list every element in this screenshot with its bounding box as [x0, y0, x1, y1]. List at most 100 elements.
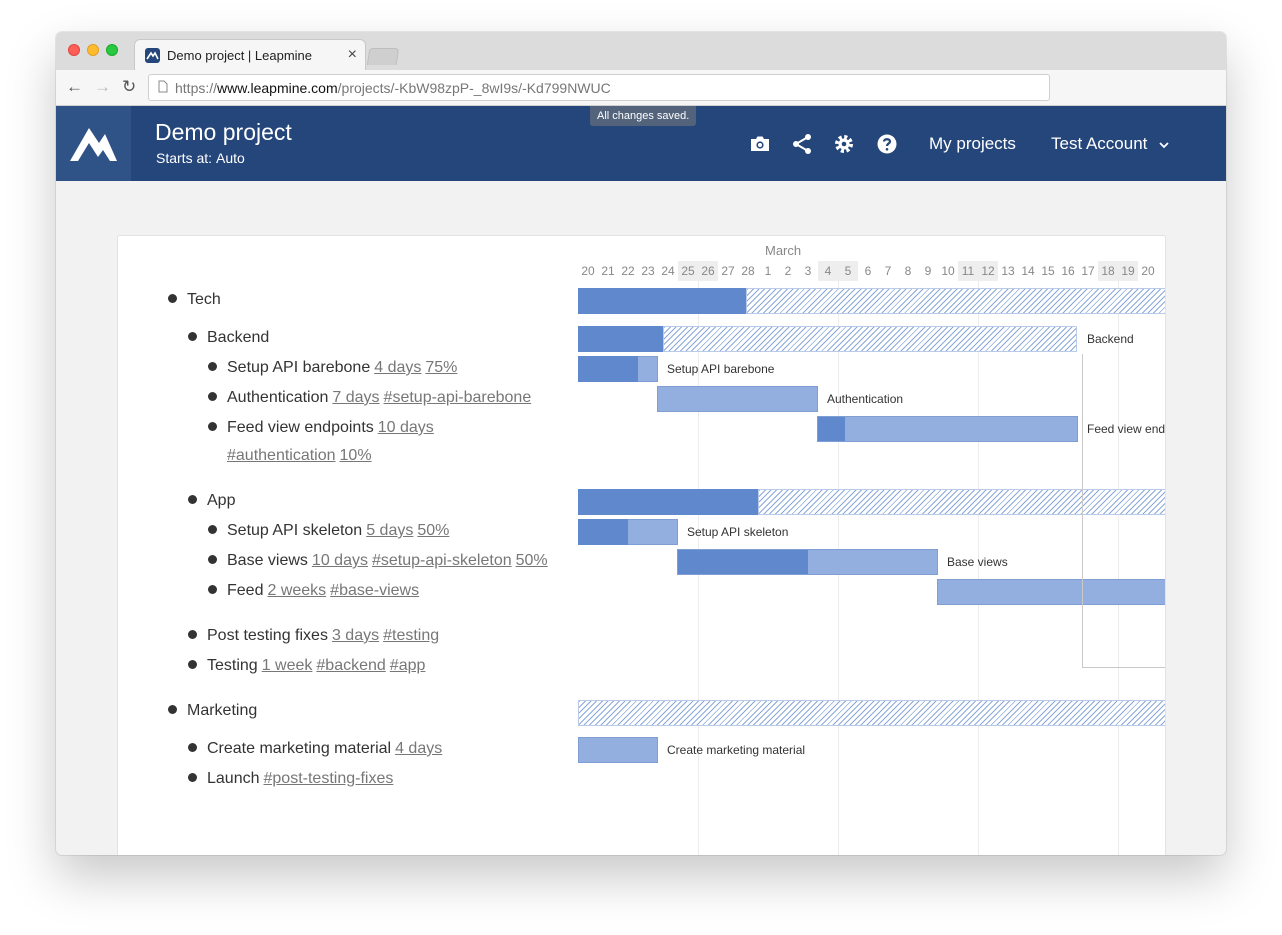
minimize-window-button[interactable] [87, 44, 99, 56]
gantt-bar-backend-progress[interactable] [578, 326, 663, 352]
gantt-bar-feed-view-endpoints[interactable] [817, 416, 1078, 442]
url-text: https://www.leapmine.com/projects/-KbW98… [175, 80, 611, 96]
bullet-icon [168, 705, 177, 714]
dependency-tag[interactable]: #backend [316, 657, 385, 674]
day-label: 8 [904, 264, 912, 278]
task-name: Testing [207, 657, 258, 674]
gantt-bar-tech-progress[interactable] [578, 288, 746, 314]
bullet-icon [188, 773, 197, 782]
gantt-bar-base-views-progress[interactable] [678, 550, 808, 574]
task-launch[interactable]: Launch #post-testing-fixes [207, 770, 393, 788]
dependency-tag[interactable]: #testing [383, 627, 439, 644]
url-host: www.leapmine.com [217, 80, 338, 96]
task-setup-api-skeleton[interactable]: Setup API skeleton 5 days 50% [227, 522, 449, 540]
progress-tag[interactable]: 10% [340, 447, 372, 464]
task-setup-api-barebone[interactable]: Setup API barebone 4 days 75% [227, 359, 457, 377]
task-create-marketing-material[interactable]: Create marketing material 4 days [207, 740, 442, 758]
day-label: 26 [701, 264, 715, 278]
group-app[interactable]: App [207, 492, 235, 510]
starts-value: Auto [216, 150, 245, 166]
account-menu[interactable]: Test Account [1051, 134, 1170, 154]
task-post-testing-fixes[interactable]: Post testing fixes 3 days #testing [207, 627, 439, 645]
dependency-tag[interactable]: #base-views [330, 582, 419, 599]
tab-close-icon[interactable]: × [348, 46, 357, 64]
my-projects-link[interactable]: My projects [929, 134, 1016, 154]
gantt-bar-marketing[interactable] [578, 700, 1165, 726]
bullet-icon [168, 294, 177, 303]
duration-tag[interactable]: 5 days [366, 522, 413, 539]
day-label: 16 [1061, 264, 1075, 278]
gantt-chart: March Backend Setup API barebone Authent… [578, 236, 1166, 855]
gantt-bar-feed-view-endpoints-progress[interactable] [818, 417, 845, 441]
url-prefix: https:// [175, 80, 218, 96]
dependency-tag[interactable]: #authentication [227, 447, 336, 464]
share-icon[interactable] [790, 132, 814, 156]
gantt-bar-create-marketing-material[interactable] [578, 737, 658, 763]
task-testing[interactable]: Testing 1 week #backend #app [207, 657, 425, 675]
maximize-window-button[interactable] [106, 44, 118, 56]
day-label: 28 [741, 264, 755, 278]
close-window-button[interactable] [68, 44, 80, 56]
duration-tag[interactable]: 7 days [332, 389, 379, 406]
task-name: Marketing [187, 702, 258, 719]
new-tab-button[interactable] [366, 48, 400, 65]
gantt-bar-backend[interactable] [663, 326, 1077, 352]
gantt-bar-setup-api-barebone-progress[interactable] [578, 356, 638, 382]
day-label: 4 [824, 264, 832, 278]
group-backend[interactable]: Backend [207, 329, 269, 347]
gantt-bar-tech[interactable] [746, 288, 1165, 314]
forward-arrow-icon[interactable]: → [94, 77, 111, 97]
group-tech[interactable]: Tech [187, 291, 221, 309]
dependency-tag[interactable]: #post-testing-fixes [264, 770, 394, 787]
dependency-tag[interactable]: #setup-api-skeleton [372, 552, 512, 569]
project-title[interactable]: Demo project [155, 119, 292, 146]
project-card: Tech Backend Setup API barebone 4 days 75%… [117, 235, 1166, 855]
progress-tag[interactable]: 50% [516, 552, 548, 569]
dependency-tag[interactable]: #setup-api-barebone [384, 389, 532, 406]
account-name: Test Account [1051, 134, 1148, 153]
duration-tag[interactable]: 10 days [378, 419, 434, 436]
progress-tag[interactable]: 75% [425, 359, 457, 376]
gantt-bar-authentication[interactable] [657, 386, 818, 412]
duration-tag[interactable]: 3 days [332, 627, 379, 644]
gantt-bar-setup-api-skeleton-progress[interactable] [578, 519, 628, 545]
bullet-icon [208, 392, 217, 401]
bullet-icon [188, 660, 197, 669]
task-feed-view-endpoints-cont[interactable]: #authentication 10% [227, 447, 372, 465]
browser-titlebar: Demo project | Leapmine × [56, 32, 1226, 71]
task-name: Feed [227, 582, 264, 599]
gear-icon[interactable] [832, 132, 856, 156]
leapmine-logo[interactable] [56, 106, 131, 181]
task-base-views[interactable]: Base views 10 days #setup-api-skeleton 50% [227, 552, 548, 570]
browser-tab[interactable]: Demo project | Leapmine × [134, 39, 366, 71]
starts-label: Starts at: [156, 150, 213, 166]
day-label: 9 [924, 264, 932, 278]
day-label: 2 [1158, 264, 1166, 278]
help-icon[interactable] [875, 132, 899, 156]
back-arrow-icon[interactable]: ← [66, 77, 83, 97]
camera-icon[interactable] [748, 132, 772, 156]
task-authentication[interactable]: Authentication 7 days #setup-api-barebone [227, 389, 531, 407]
progress-tag[interactable]: 50% [417, 522, 449, 539]
task-feed[interactable]: Feed 2 weeks #base-views [227, 582, 419, 600]
group-marketing[interactable]: Marketing [187, 702, 257, 720]
duration-tag[interactable]: 2 weeks [267, 582, 326, 599]
address-bar[interactable]: https://www.leapmine.com/projects/-KbW98… [148, 74, 1050, 101]
duration-tag[interactable]: 10 days [312, 552, 368, 569]
day-label: 19 [1121, 264, 1135, 278]
task-feed-view-endpoints[interactable]: Feed view endpoints 10 days [227, 419, 434, 437]
task-name: Backend [207, 329, 270, 346]
duration-tag[interactable]: 4 days [395, 740, 442, 757]
gantt-bar-app-progress[interactable] [578, 489, 758, 515]
chevron-down-icon [1159, 141, 1169, 148]
dependency-tag[interactable]: #app [390, 657, 426, 674]
duration-tag[interactable]: 1 week [262, 657, 313, 674]
day-label: 14 [1021, 264, 1035, 278]
bar-label-setup-api-barebone: Setup API barebone [667, 362, 775, 376]
duration-tag[interactable]: 4 days [374, 359, 421, 376]
reload-icon[interactable]: ↻ [122, 77, 136, 97]
leapmine-favicon-icon [145, 48, 160, 63]
project-start[interactable]: Starts at: Auto [156, 150, 245, 166]
bullet-icon [208, 525, 217, 534]
day-label: 27 [721, 264, 735, 278]
